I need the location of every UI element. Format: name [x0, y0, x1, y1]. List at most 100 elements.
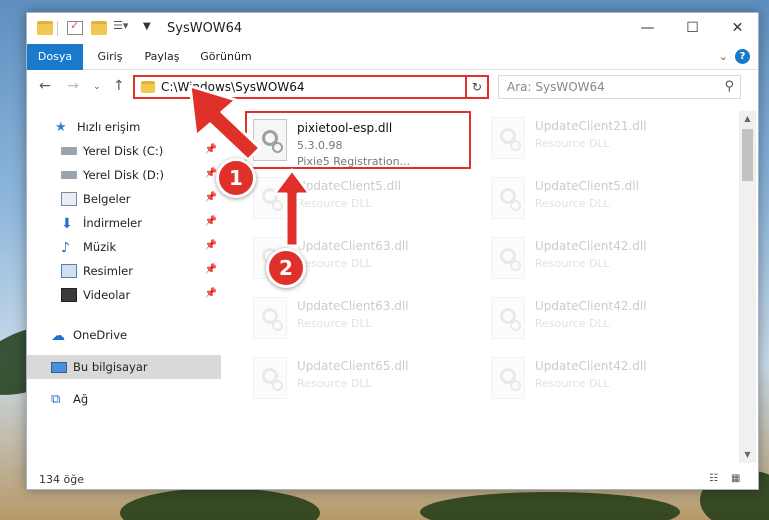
- chevron-down-icon[interactable]: ⌄: [93, 82, 101, 92]
- file-item[interactable]: UpdateClient65.dll Resource DLL: [247, 351, 467, 407]
- folder-icon: [141, 81, 155, 93]
- pin-icon[interactable]: 📌: [205, 288, 217, 299]
- folder-icon: [37, 21, 53, 35]
- sidebar-item-onedrive[interactable]: ☁ OneDrive: [27, 323, 221, 347]
- tab-view[interactable]: Görünüm: [195, 44, 257, 70]
- ribbon-tabs: Dosya Giriş Paylaş Görünüm ⌄ ?: [27, 44, 758, 70]
- dll-file-icon: [253, 177, 287, 219]
- pin-icon[interactable]: 📌: [205, 216, 217, 227]
- sidebar-item-label: Hızlı erişim: [77, 120, 141, 134]
- file-name: UpdateClient42.dll: [535, 299, 647, 313]
- download-icon: ⬇: [61, 216, 73, 232]
- chevron-down-icon[interactable]: ⌄: [719, 50, 728, 63]
- cloud-icon: ☁: [51, 328, 65, 344]
- sidebar-item-disk-c[interactable]: Yerel Disk (C:) 📌: [27, 139, 221, 163]
- drive-icon: [61, 171, 77, 179]
- file-item[interactable]: UpdateClient63.dll Resource DLL: [247, 291, 467, 347]
- scroll-thumb[interactable]: [742, 129, 753, 181]
- dll-file-icon: [491, 357, 525, 399]
- search-input[interactable]: Ara: SysWOW64: [507, 80, 605, 94]
- file-description: Resource DLL: [297, 317, 372, 330]
- palm-leaf-decoration: [120, 488, 320, 520]
- minimize-button[interactable]: —: [625, 13, 670, 43]
- sidebar-item-label: Müzik: [83, 240, 117, 254]
- dll-file-icon: [253, 119, 287, 161]
- dll-file-icon: [253, 357, 287, 399]
- toolbar-divider: [57, 21, 58, 36]
- sidebar-item-label: Bu bilgisayar: [73, 360, 148, 374]
- computer-icon: [51, 361, 67, 373]
- back-arrow-icon[interactable]: ←: [39, 78, 51, 94]
- file-item[interactable]: UpdateClient42.dll Resource DLL: [485, 291, 705, 347]
- pin-icon[interactable]: 📌: [205, 144, 217, 155]
- file-name: UpdateClient5.dll: [535, 179, 639, 193]
- title-bar: ✓ ☰▾ ▼ SysWOW64 — ☐ ✕: [27, 13, 758, 44]
- address-bar[interactable]: C:\Windows\SysWOW64 ⌄: [133, 75, 483, 99]
- sidebar-item-downloads[interactable]: ⬇ İndirmeler 📌: [27, 211, 221, 235]
- file-name: UpdateClient42.dll: [535, 239, 647, 253]
- file-name: UpdateClient63.dll: [297, 239, 409, 253]
- help-icon[interactable]: ?: [735, 49, 750, 64]
- sidebar-item-label: Resimler: [83, 264, 133, 278]
- file-name: UpdateClient65.dll: [297, 359, 409, 373]
- sidebar-item-label: Belgeler: [83, 192, 131, 206]
- properties-icon[interactable]: ✓: [67, 19, 83, 35]
- scroll-up-arrow-icon[interactable]: ▲: [739, 111, 756, 127]
- search-box[interactable]: Ara: SysWOW64 ⚲: [498, 75, 741, 99]
- sidebar-item-label: Yerel Disk (D:): [83, 168, 165, 182]
- large-icons-view-icon[interactable]: ▦: [731, 473, 745, 486]
- file-item[interactable]: UpdateClient42.dll Resource DLL: [485, 351, 705, 407]
- refresh-button[interactable]: ↻: [465, 75, 489, 99]
- sidebar-item-music[interactable]: ♪ Müzik 📌: [27, 235, 221, 259]
- dll-file-icon: [491, 117, 525, 159]
- sidebar-item-this-pc[interactable]: Bu bilgisayar: [27, 355, 221, 379]
- file-name: pixietool-esp.dll: [297, 121, 393, 135]
- pin-icon[interactable]: 📌: [205, 240, 217, 251]
- sidebar-item-label: Yerel Disk (C:): [83, 144, 164, 158]
- vertical-scrollbar[interactable]: ▲ ▼: [739, 111, 756, 463]
- sidebar-item-documents[interactable]: Belgeler 📌: [27, 187, 221, 211]
- file-item-pixietool[interactable]: pixietool-esp.dll 5.3.0.98 Pixie5 Regist…: [245, 111, 471, 169]
- pin-icon[interactable]: 📌: [205, 192, 217, 203]
- dll-file-icon: [491, 237, 525, 279]
- tab-file[interactable]: Dosya: [27, 44, 83, 70]
- scroll-down-arrow-icon[interactable]: ▼: [739, 447, 756, 463]
- details-view-icon[interactable]: ☷: [709, 473, 723, 486]
- close-button[interactable]: ✕: [715, 13, 760, 43]
- tab-share[interactable]: Paylaş: [137, 44, 187, 70]
- new-folder-icon[interactable]: [91, 21, 107, 35]
- file-item[interactable]: UpdateClient5.dll Resource DLL: [247, 171, 467, 227]
- video-icon: [61, 288, 77, 302]
- step-badge-2: 2: [266, 248, 306, 288]
- sidebar-item-quick-access[interactable]: ★ Hızlı erişim: [27, 115, 221, 139]
- file-description: Resource DLL: [535, 317, 610, 330]
- music-icon: ♪: [61, 240, 70, 256]
- dll-file-icon: [491, 297, 525, 339]
- sidebar-item-label: OneDrive: [73, 328, 128, 342]
- up-arrow-icon[interactable]: ↑: [113, 78, 125, 94]
- pin-icon[interactable]: 📌: [205, 264, 217, 275]
- forward-arrow-icon[interactable]: →: [67, 78, 79, 94]
- file-description: Resource DLL: [535, 377, 610, 390]
- sidebar-item-pictures[interactable]: Resimler 📌: [27, 259, 221, 283]
- file-description: Pixie5 Registration...: [297, 155, 411, 168]
- sidebar-item-disk-d[interactable]: Yerel Disk (D:) 📌: [27, 163, 221, 187]
- sidebar-item-label: Ağ: [73, 392, 89, 406]
- star-icon: ★: [55, 120, 67, 135]
- file-description: Resource DLL: [535, 137, 610, 150]
- file-item[interactable]: UpdateClient42.dll Resource DLL: [485, 231, 705, 287]
- sidebar-item-label: İndirmeler: [83, 216, 142, 230]
- file-item[interactable]: UpdateClient21.dll Resource DLL: [485, 111, 705, 167]
- customize-toolbar-icon[interactable]: ☰▾: [113, 19, 129, 33]
- item-count: 134 öğe: [39, 473, 84, 486]
- maximize-button[interactable]: ☐: [670, 13, 715, 43]
- file-name: UpdateClient5.dll: [297, 179, 401, 193]
- tab-home[interactable]: Giriş: [87, 44, 133, 70]
- file-item[interactable]: UpdateClient5.dll Resource DLL: [485, 171, 705, 227]
- sidebar-item-network[interactable]: ⧉ Ağ: [27, 387, 221, 411]
- sidebar-item-videos[interactable]: Videolar 📌: [27, 283, 221, 307]
- documents-icon: [61, 192, 77, 206]
- status-bar: 134 öğe ☷ ▦: [27, 469, 758, 491]
- chevron-down-icon[interactable]: ▼: [143, 21, 159, 35]
- search-icon: ⚲: [724, 79, 734, 94]
